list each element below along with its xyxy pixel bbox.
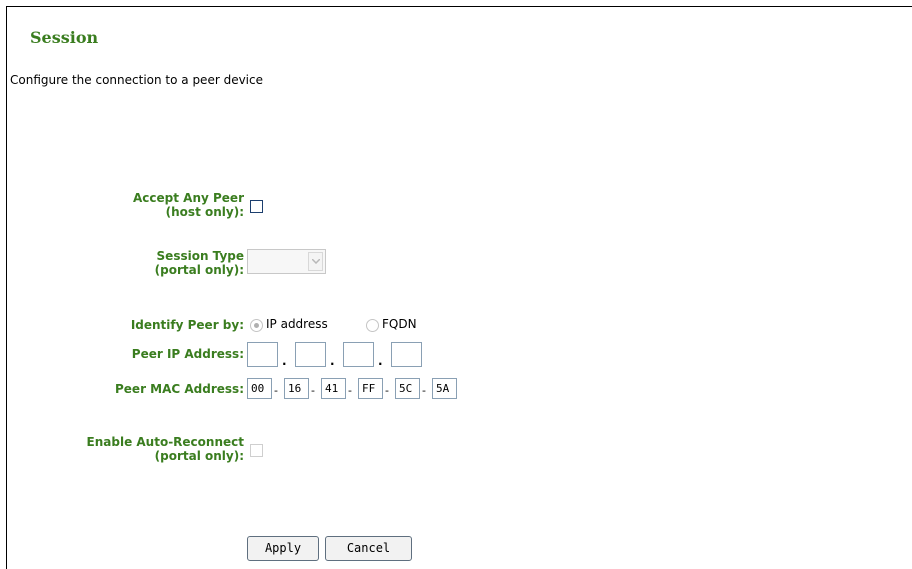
peer-mac-octet-5[interactable]: 5C (395, 378, 420, 399)
mac-separator: - (274, 384, 278, 397)
frame-border-top (6, 6, 912, 7)
identify-by-fqdn-radio[interactable] (366, 319, 379, 332)
identify-by-ip-radio[interactable] (250, 319, 263, 332)
peer-ip-octet-3[interactable] (343, 342, 374, 367)
peer-mac-octet-2[interactable]: 16 (284, 378, 309, 399)
chevron-down-icon (308, 252, 323, 271)
mac-separator: - (422, 384, 426, 397)
peer-ip-label: Peer IP Address: (131, 347, 244, 361)
peer-mac-octet-1[interactable]: 00 (247, 378, 272, 399)
session-type-select[interactable] (247, 249, 326, 274)
mac-separator: - (311, 384, 315, 397)
radio-selected-dot (254, 323, 259, 328)
peer-mac-octet-3[interactable]: 41 (321, 378, 346, 399)
apply-button[interactable]: Apply (247, 536, 319, 561)
peer-ip-octet-1[interactable] (247, 342, 278, 367)
frame-border-left (6, 6, 7, 569)
page-title: Session (30, 28, 99, 47)
identify-by-fqdn-label: FQDN (382, 317, 417, 331)
ip-separator: . (378, 354, 383, 368)
accept-any-peer-checkbox[interactable] (250, 200, 263, 213)
mac-separator: - (385, 384, 389, 397)
peer-mac-label: Peer MAC Address: (115, 382, 244, 396)
peer-mac-octet-4[interactable]: FF (358, 378, 383, 399)
peer-ip-octet-2[interactable] (295, 342, 326, 367)
auto-reconnect-label: Enable Auto-Reconnect (portal only): (86, 435, 244, 463)
auto-reconnect-checkbox[interactable] (250, 444, 263, 457)
identify-by-ip-label: IP address (266, 317, 328, 331)
peer-ip-octet-4[interactable] (391, 342, 422, 367)
cancel-button[interactable]: Cancel (325, 536, 412, 561)
ip-separator: . (282, 354, 287, 368)
peer-mac-octet-6[interactable]: 5A (432, 378, 457, 399)
accept-any-peer-label: Accept Any Peer (host only): (133, 191, 244, 219)
page-description: Configure the connection to a peer devic… (10, 73, 263, 87)
identify-peer-label: Identify Peer by: (130, 318, 244, 332)
ip-separator: . (330, 354, 335, 368)
mac-separator: - (348, 384, 352, 397)
session-type-label: Session Type (portal only): (154, 249, 244, 277)
